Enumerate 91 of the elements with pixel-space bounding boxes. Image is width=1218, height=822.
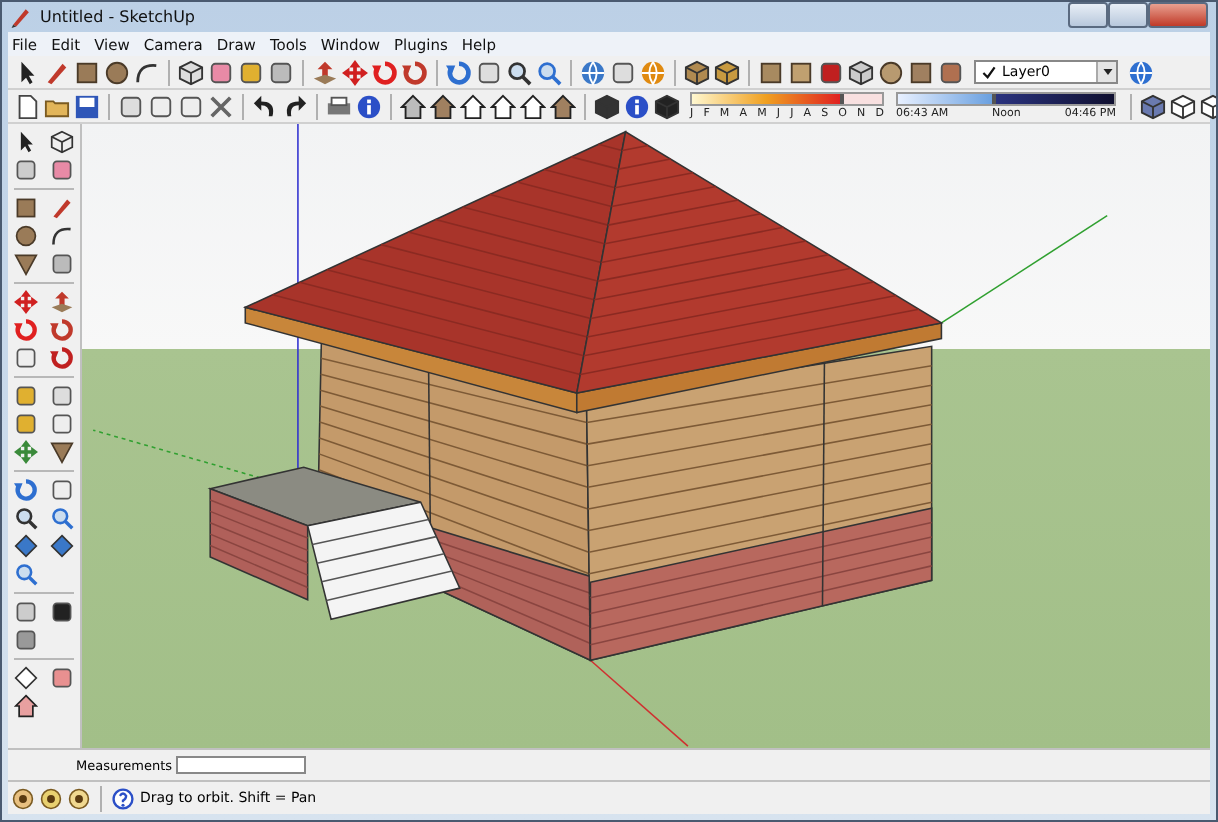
- globe-icon[interactable]: [580, 59, 606, 85]
- status-icon[interactable]: [40, 787, 62, 809]
- tool-icon[interactable]: [50, 478, 74, 502]
- rotate-icon[interactable]: [14, 478, 38, 502]
- tool-icon[interactable]: [50, 412, 74, 436]
- square-icon[interactable]: [14, 196, 38, 220]
- diamond-icon[interactable]: [14, 666, 38, 690]
- undo-icon[interactable]: [252, 93, 278, 119]
- rotate-icon[interactable]: [446, 59, 472, 85]
- cube-icon[interactable]: [714, 59, 740, 85]
- triangle-icon[interactable]: [14, 252, 38, 276]
- tool-icon[interactable]: [50, 666, 74, 690]
- tool-icon[interactable]: [50, 600, 74, 624]
- arc-icon[interactable]: [134, 59, 160, 85]
- cube-icon[interactable]: [1170, 93, 1196, 119]
- rotate-icon[interactable]: [372, 59, 398, 85]
- globe-icon[interactable]: [1128, 59, 1154, 85]
- minimize-button[interactable]: [1068, 2, 1108, 28]
- caret-icon: [1101, 66, 1113, 78]
- circle-icon[interactable]: [104, 59, 130, 85]
- square-icon[interactable]: [788, 59, 814, 85]
- time-slider[interactable]: [896, 92, 1116, 106]
- tool-icon[interactable]: [14, 628, 38, 652]
- tool-icon[interactable]: [50, 158, 74, 182]
- cube-icon[interactable]: [1140, 93, 1166, 119]
- tool-icon[interactable]: [818, 59, 844, 85]
- maximize-button[interactable]: [1108, 2, 1148, 28]
- tool-icon[interactable]: [208, 59, 234, 85]
- save-icon[interactable]: [74, 93, 100, 119]
- date-slider[interactable]: [690, 92, 884, 106]
- tool-icon[interactable]: [938, 59, 964, 85]
- printer-icon[interactable]: [326, 93, 352, 119]
- help-icon[interactable]: [112, 787, 134, 809]
- redo-icon[interactable]: [282, 93, 308, 119]
- magnifier-icon[interactable]: [14, 506, 38, 530]
- tool-icon[interactable]: [14, 158, 38, 182]
- push-pull-icon[interactable]: [50, 290, 74, 314]
- tool-icon[interactable]: [14, 346, 38, 370]
- tool-icon[interactable]: [268, 59, 294, 85]
- measurements-field[interactable]: [176, 756, 307, 774]
- circle-icon[interactable]: [14, 224, 38, 248]
- diamond-icon[interactable]: [50, 534, 74, 558]
- tool-icon[interactable]: [14, 384, 38, 408]
- info-icon[interactable]: [356, 93, 382, 119]
- square-icon[interactable]: [758, 59, 784, 85]
- house-icon[interactable]: [490, 93, 516, 119]
- tool-icon[interactable]: [148, 93, 174, 119]
- tool-icon[interactable]: [14, 412, 38, 436]
- cube-icon[interactable]: [178, 59, 204, 85]
- move-icon[interactable]: [342, 59, 368, 85]
- cube-icon[interactable]: [848, 59, 874, 85]
- arc-icon[interactable]: [50, 224, 74, 248]
- house-icon[interactable]: [520, 93, 546, 119]
- house-icon[interactable]: [550, 93, 576, 119]
- tool-icon[interactable]: [610, 59, 636, 85]
- tool-icon[interactable]: [178, 93, 204, 119]
- house-icon[interactable]: [400, 93, 426, 119]
- magnifier-icon[interactable]: [506, 59, 532, 85]
- house-icon[interactable]: [14, 694, 38, 718]
- rotate-icon[interactable]: [402, 59, 428, 85]
- move-icon[interactable]: [14, 440, 38, 464]
- move-icon[interactable]: [14, 290, 38, 314]
- rotate-icon[interactable]: [50, 346, 74, 370]
- push-pull-icon[interactable]: [312, 59, 338, 85]
- diamond-icon[interactable]: [14, 534, 38, 558]
- tool-icon[interactable]: [14, 600, 38, 624]
- tool-icon[interactable]: [476, 59, 502, 85]
- tool-icon[interactable]: [50, 384, 74, 408]
- house-icon[interactable]: [460, 93, 486, 119]
- square-icon[interactable]: [74, 59, 100, 85]
- status-icon[interactable]: [68, 787, 90, 809]
- app-logo-icon: [10, 6, 32, 28]
- tool-icon[interactable]: [50, 252, 74, 276]
- cube-icon[interactable]: [654, 93, 680, 119]
- cross-icon[interactable]: [208, 93, 234, 119]
- pencil-icon[interactable]: [50, 196, 74, 220]
- tool-icon[interactable]: [238, 59, 264, 85]
- status-icon[interactable]: [12, 787, 34, 809]
- rotate-icon[interactable]: [50, 318, 74, 342]
- close-button[interactable]: [1148, 2, 1208, 28]
- circle-icon[interactable]: [878, 59, 904, 85]
- window-title: Untitled - SketchUp: [40, 8, 196, 26]
- tool-icon[interactable]: [118, 93, 144, 119]
- house-icon[interactable]: [430, 93, 456, 119]
- square-icon[interactable]: [908, 59, 934, 85]
- cube-icon[interactable]: [684, 59, 710, 85]
- cube-icon[interactable]: [50, 130, 74, 154]
- triangle-icon[interactable]: [50, 440, 74, 464]
- info-icon[interactable]: [624, 93, 650, 119]
- checkmark-icon: [982, 65, 996, 79]
- rotate-icon[interactable]: [14, 318, 38, 342]
